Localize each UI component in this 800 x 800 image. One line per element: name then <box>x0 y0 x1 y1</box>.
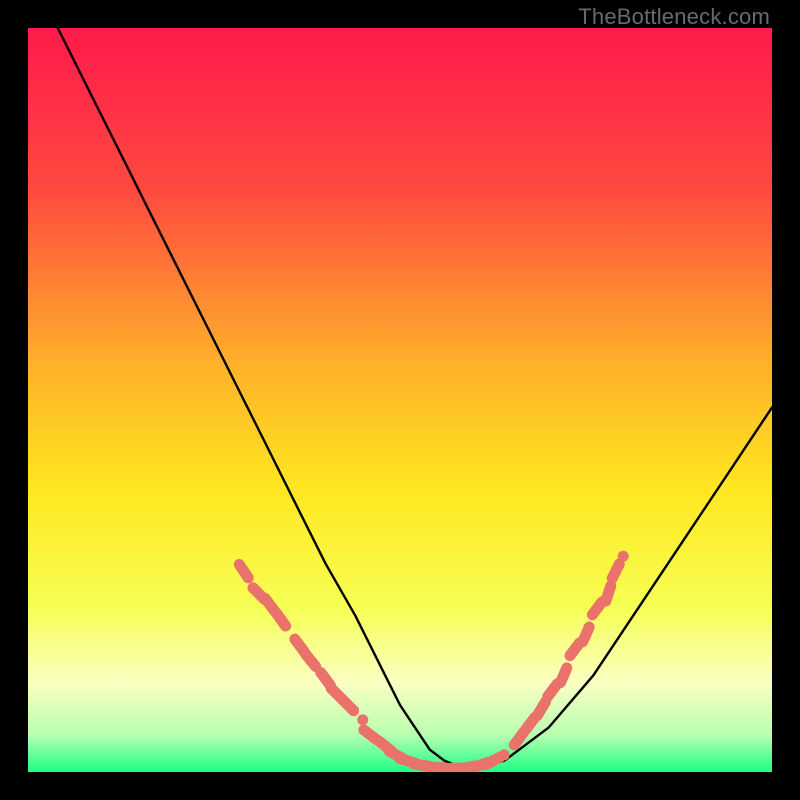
data-point <box>612 564 619 578</box>
data-point <box>486 757 500 765</box>
chart-frame <box>28 28 772 772</box>
data-point <box>537 702 545 716</box>
data-point <box>606 586 611 601</box>
gradient-background <box>28 28 772 772</box>
data-point <box>561 668 567 683</box>
data-point <box>306 654 316 666</box>
data-point <box>592 602 602 615</box>
data-point <box>548 684 558 697</box>
data-point <box>276 613 285 626</box>
data-point <box>239 565 248 578</box>
chart-svg <box>28 28 772 772</box>
watermark-text: TheBottleneck.com <box>578 4 770 30</box>
data-point <box>570 643 580 656</box>
data-point <box>583 627 589 642</box>
